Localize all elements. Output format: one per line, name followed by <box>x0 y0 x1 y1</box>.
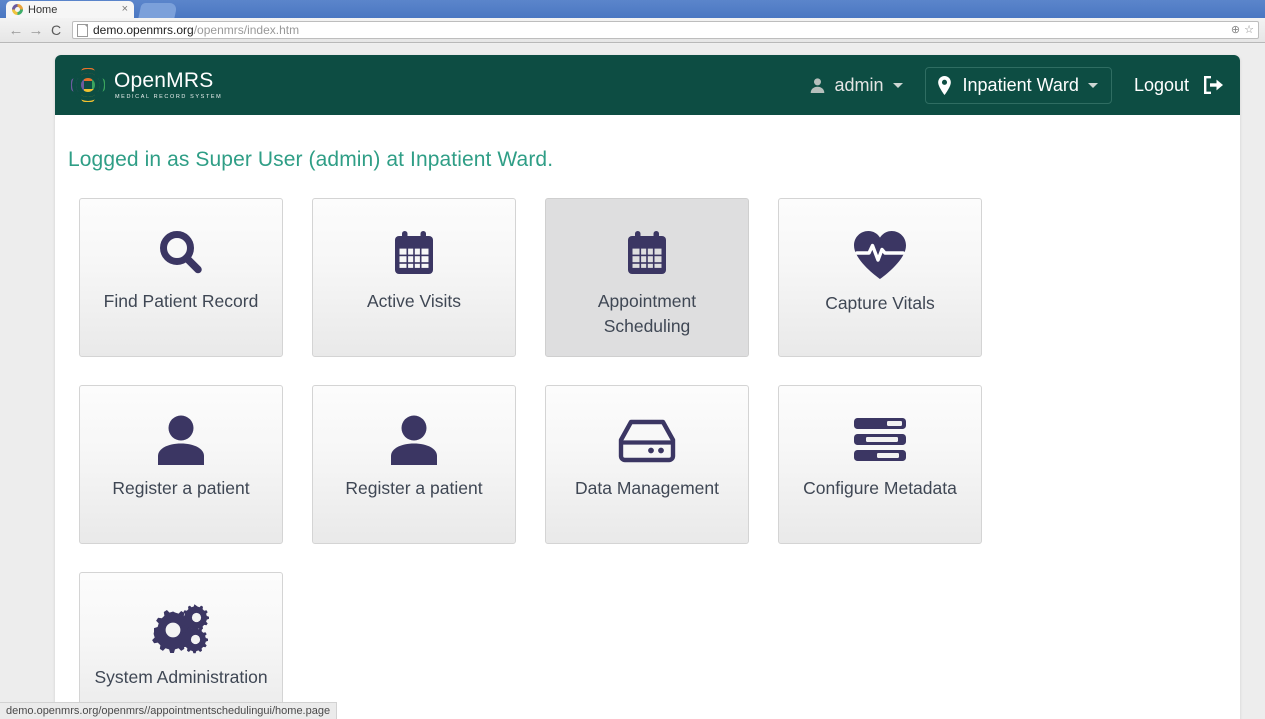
forward-icon[interactable]: → <box>26 20 46 40</box>
user-icon <box>809 77 826 94</box>
location-name: Inpatient Ward <box>962 74 1079 95</box>
logout-label: Logout <box>1133 74 1189 95</box>
person-icon <box>386 412 442 468</box>
user-menu[interactable]: admin <box>809 75 903 96</box>
app-tile-system-administration[interactable]: System Administration <box>79 572 283 719</box>
logo-wordmark: OpenMRS <box>114 69 214 93</box>
app-tile-label: Register a patient <box>345 478 483 498</box>
openmrs-favicon-icon <box>12 4 23 15</box>
openmrs-logo-icon <box>71 68 105 102</box>
gears-icon <box>151 601 211 657</box>
content-card: OpenMRS MEDICAL RECORD SYSTEM admin Inpa… <box>55 55 1240 719</box>
heart-pulse-icon <box>851 227 909 283</box>
app-tile-label: Data Management <box>575 478 719 498</box>
chevron-down-icon <box>1087 82 1098 88</box>
app-tile-register-a-patient[interactable]: Register a patient <box>79 385 283 544</box>
user-name: admin <box>834 74 884 95</box>
magnifier-icon <box>153 225 209 281</box>
person-icon <box>153 412 209 468</box>
reload-icon[interactable]: C <box>46 20 66 40</box>
app-tile-label: Capture Vitals <box>825 293 935 313</box>
sliders-icon <box>850 412 910 468</box>
browser-status-bar: demo.openmrs.org/openmrs//appointmentsch… <box>0 702 338 719</box>
browser-tab-strip: Home × <box>0 0 1265 18</box>
app-header: OpenMRS MEDICAL RECORD SYSTEM admin Inpa… <box>55 55 1240 115</box>
app-tile-grid: Find Patient Record Active Visits Appoin… <box>55 172 1195 719</box>
app-tile-label: Register a patient <box>112 478 250 498</box>
logout-button[interactable]: Logout <box>1134 75 1226 96</box>
url-domain: demo.openmrs.org <box>93 23 194 37</box>
logout-icon <box>1202 75 1224 95</box>
app-tile-find-patient-record[interactable]: Find Patient Record <box>79 198 283 357</box>
page-info-icon <box>77 23 88 37</box>
browser-toolbar: ← → C demo.openmrs.org/openmrs/index.htm… <box>0 18 1265 43</box>
calendar-icon <box>386 225 442 281</box>
url-path: /openmrs/index.htm <box>193 23 300 37</box>
close-icon[interactable]: × <box>122 4 128 15</box>
welcome-message: Logged in as Super User (admin) at Inpat… <box>68 148 554 171</box>
tab-title: Home <box>28 3 58 16</box>
app-tile-register-a-patient-2[interactable]: Register a patient <box>312 385 516 544</box>
hard-drive-icon <box>617 412 677 468</box>
zoom-icon[interactable]: ⊕ <box>1231 24 1240 36</box>
address-bar[interactable]: demo.openmrs.org/openmrs/index.htm ⊕ ☆ <box>72 21 1259 39</box>
app-tile-data-management[interactable]: Data Management <box>545 385 749 544</box>
browser-window: Home × ← → C demo.openmrs.org/openmrs/in… <box>0 0 1265 719</box>
back-icon[interactable]: ← <box>6 20 26 40</box>
location-pin-icon <box>937 75 952 95</box>
page-viewport: OpenMRS MEDICAL RECORD SYSTEM admin Inpa… <box>0 44 1265 719</box>
app-tile-label: Configure Metadata <box>803 478 957 498</box>
new-tab-button[interactable] <box>138 3 178 18</box>
openmrs-logo[interactable]: OpenMRS MEDICAL RECORD SYSTEM <box>71 68 222 102</box>
location-selector[interactable]: Inpatient Ward <box>924 66 1112 104</box>
chevron-down-icon <box>892 82 903 88</box>
app-tile-label: Active Visits <box>366 291 461 311</box>
app-tile-appointment-scheduling[interactable]: Appointment Scheduling <box>545 198 749 357</box>
bookmark-star-icon[interactable]: ☆ <box>1244 24 1254 36</box>
calendar-icon <box>619 225 675 281</box>
app-tile-active-visits[interactable]: Active Visits <box>312 198 516 357</box>
app-tile-capture-vitals[interactable]: Capture Vitals <box>778 198 982 357</box>
browser-tab[interactable]: Home × <box>6 1 134 18</box>
url-text: demo.openmrs.org/openmrs/index.htm <box>93 23 299 37</box>
app-tile-configure-metadata[interactable]: Configure Metadata <box>778 385 982 544</box>
app-tile-label: Appointment Scheduling <box>597 291 697 336</box>
app-tile-label: Find Patient Record <box>103 291 259 311</box>
app-tile-label: System Administration <box>94 667 268 687</box>
logo-tagline: MEDICAL RECORD SYSTEM <box>115 93 223 100</box>
